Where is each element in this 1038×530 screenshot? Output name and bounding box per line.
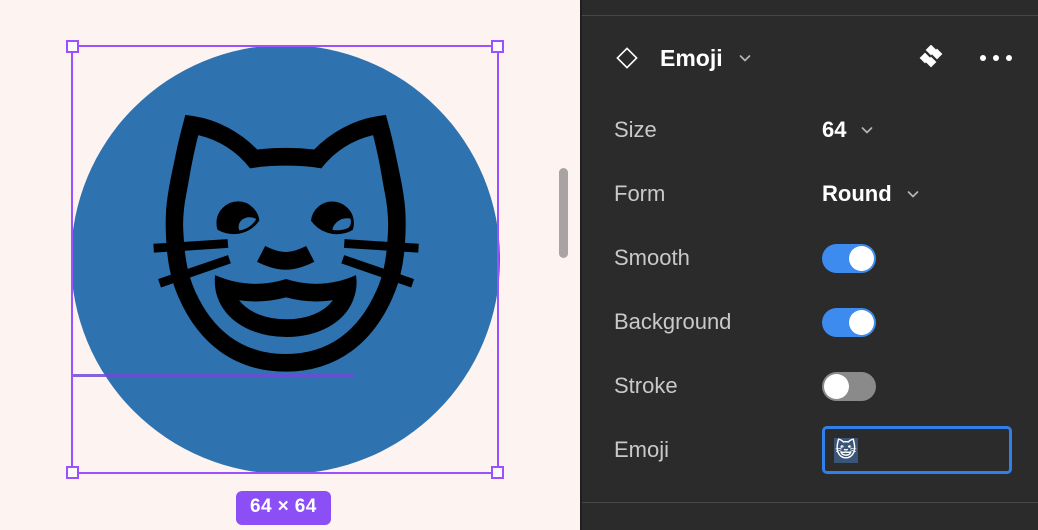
more-dot (980, 55, 986, 61)
form-dropdown[interactable]: Round (822, 181, 921, 207)
background-toggle[interactable] (822, 307, 876, 337)
toggle-knob (849, 309, 874, 335)
app-root: 😺 64 × 64 Emoji Size 64 Form Round Smoot… (0, 0, 1038, 530)
resize-handle-top-left[interactable] (66, 40, 79, 53)
emoji-input-value: 😺 (834, 437, 858, 463)
size-value: 64 (822, 117, 847, 142)
more-icon[interactable] (980, 55, 1012, 61)
property-label-stroke: Stroke (614, 373, 678, 398)
more-dot (1006, 55, 1012, 61)
more-dot (993, 55, 999, 61)
panel-divider-bottom (582, 502, 1038, 503)
resize-handle-bottom-left[interactable] (66, 466, 79, 479)
stroke-toggle[interactable] (822, 371, 876, 401)
vertical-scrollbar[interactable] (559, 168, 568, 258)
property-label-form: Form (614, 181, 666, 206)
size-badge: 64 × 64 (236, 491, 331, 525)
property-label-size: Size (614, 117, 657, 142)
smooth-toggle[interactable] (822, 243, 876, 273)
size-dropdown[interactable]: 64 (822, 117, 875, 143)
chevron-down-icon[interactable] (737, 50, 753, 66)
property-row-emoji: Emoji 😺 (582, 418, 1038, 482)
property-label-smooth: Smooth (614, 245, 690, 270)
resize-handle-bottom-right[interactable] (491, 466, 504, 479)
property-row-background: Background (582, 290, 1038, 354)
properties-panel: Emoji Size 64 Form Round Smooth Backgrou… (580, 0, 1038, 530)
emoji-input[interactable]: 😺 (822, 426, 1012, 474)
property-row-size: Size 64 (582, 98, 1038, 162)
form-value: Round (822, 181, 892, 206)
property-label-emoji: Emoji (614, 437, 670, 462)
diamonds-icon[interactable] (918, 44, 944, 71)
chevron-down-icon (905, 186, 921, 202)
property-row-smooth: Smooth (582, 226, 1038, 290)
panel-title: Emoji (660, 44, 723, 71)
panel-header: Emoji (582, 16, 1038, 100)
design-canvas[interactable]: 😺 64 × 64 (0, 0, 580, 530)
chevron-down-icon (859, 122, 875, 138)
selection-frame[interactable] (66, 40, 504, 479)
property-row-form: Form Round (582, 162, 1038, 226)
toggle-knob (849, 245, 874, 271)
property-row-stroke: Stroke (582, 354, 1038, 418)
toggle-knob (824, 373, 849, 399)
diamond-icon (614, 45, 640, 71)
resize-handle-top-right[interactable] (491, 40, 504, 53)
property-label-background: Background (614, 309, 732, 334)
